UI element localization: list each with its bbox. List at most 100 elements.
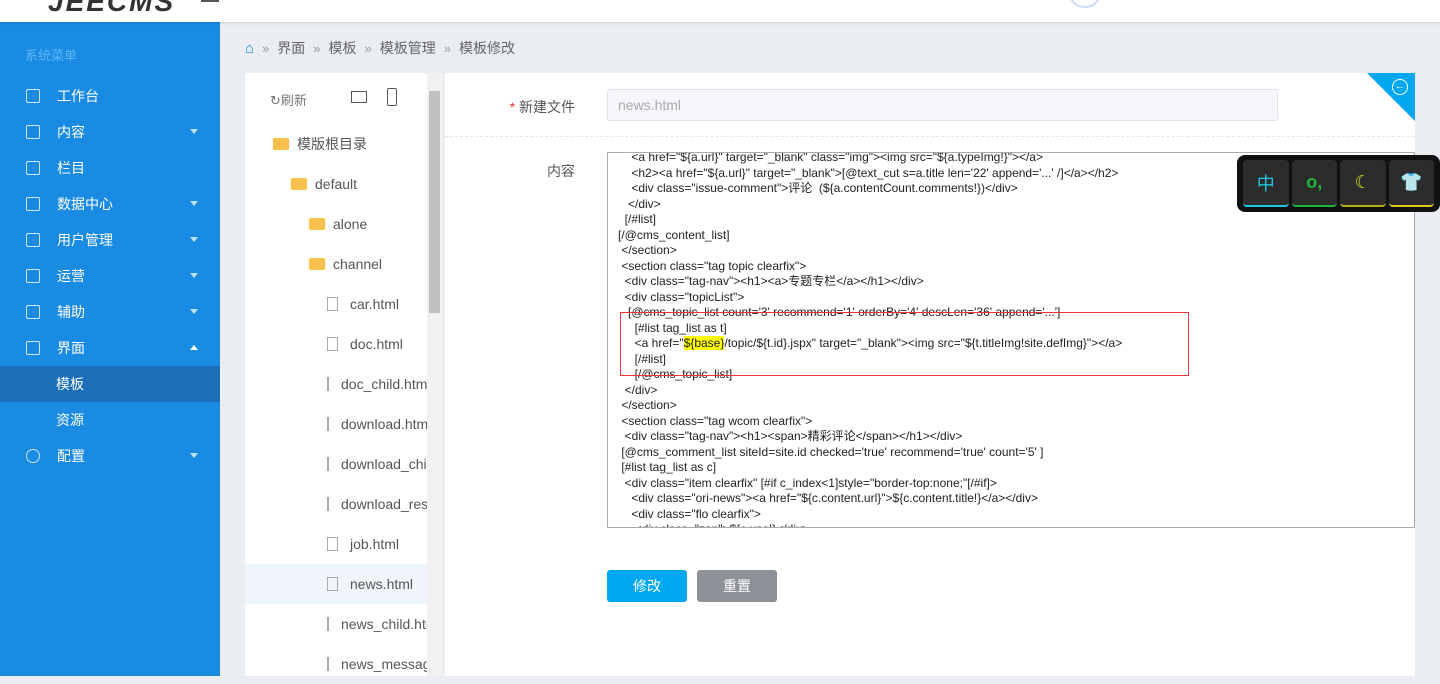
document-icon (26, 125, 40, 139)
folder-icon (291, 178, 307, 190)
tree-label: download_result.html (341, 496, 427, 512)
tree-folder[interactable]: channel (245, 244, 427, 284)
desktop-preview-icon[interactable] (351, 91, 367, 103)
breadcrumb-item[interactable]: 界面 (277, 38, 305, 58)
refresh-button[interactable]: ↻刷新 (270, 93, 307, 108)
tree-label: download.html (341, 416, 427, 432)
box-icon (26, 305, 40, 319)
sidebar-subitem[interactable]: 模板 (0, 366, 220, 402)
tree-file[interactable]: download_result.html (245, 484, 427, 524)
file-label: * 新建文件 (509, 99, 575, 115)
avatar[interactable] (1070, 0, 1100, 8)
tree-label: news_message.html (341, 656, 427, 672)
tree-scrollbar[interactable] (427, 73, 442, 676)
tree-file[interactable]: job.html (245, 524, 427, 564)
sidebar-title: 系统菜单 (25, 48, 78, 63)
tree-folder[interactable]: default (245, 164, 427, 204)
sidebar-item[interactable]: 界面 (0, 330, 220, 366)
tree-label: default (315, 176, 358, 192)
refresh-icon: ↻ (270, 93, 281, 108)
folder-icon (309, 258, 325, 270)
tree-label: doc_child.html (341, 376, 427, 392)
sidebar-item-config[interactable]: 配置 (0, 438, 220, 474)
breadcrumb-item[interactable]: 模板 (329, 38, 357, 58)
sidebar-item-label: 辅助 (57, 304, 85, 320)
gear-icon (26, 449, 40, 463)
chevron-icon (190, 345, 198, 350)
sidebar-item-label: 界面 (57, 340, 85, 356)
chevron-icon (190, 453, 198, 458)
tree-file[interactable]: download_child.html (245, 444, 427, 484)
file-icon (327, 537, 338, 551)
sidebar-subitem[interactable]: 资源 (0, 402, 220, 438)
chevron-icon (190, 237, 198, 242)
sidebar-item-label: 内容 (57, 124, 85, 140)
annotation-box (620, 312, 1189, 376)
file-label-text: 新建文件 (519, 99, 575, 115)
chevron-icon (190, 129, 198, 134)
tree-folder[interactable]: 模版根目录 (245, 124, 427, 164)
refresh-label: 刷新 (280, 93, 307, 108)
tree-file[interactable]: news_child.html (245, 604, 427, 644)
tree-label: channel (333, 256, 383, 272)
folder-icon (273, 138, 289, 150)
breadcrumb-item[interactable]: 模板管理 (380, 38, 436, 58)
file-icon (327, 377, 329, 391)
chevron-icon (190, 309, 198, 314)
sidebar-item[interactable]: 运营 (0, 258, 220, 294)
sidebar-item-label: 工作台 (57, 88, 99, 104)
file-name-input[interactable]: news.html (607, 89, 1278, 121)
tree-label: alone (333, 216, 368, 232)
logo: JEECMS (48, 0, 176, 17)
sidebar-item-label: 运营 (57, 268, 85, 284)
chevron-icon (190, 273, 198, 278)
tree-file[interactable]: doc.html (245, 324, 427, 364)
shield-icon (26, 269, 40, 283)
tree-file[interactable]: doc_child.html (245, 364, 427, 404)
tree-label: download_child.html (341, 456, 427, 472)
file-icon (327, 417, 329, 431)
ime-chinese-key[interactable]: 中 (1243, 160, 1289, 207)
file-icon (327, 657, 329, 671)
ime-toolbar: 中 o, ☾ 👕 (1237, 155, 1440, 212)
chart-icon (26, 197, 40, 211)
sidebar-item-label: 栏目 (57, 160, 85, 176)
mobile-preview-icon[interactable] (387, 88, 397, 106)
back-arrow-icon[interactable]: ← (1392, 79, 1408, 95)
tree-file[interactable]: car.html (245, 284, 427, 324)
sidebar-item-label: 配置 (57, 448, 85, 464)
tree-label: car.html (350, 296, 400, 312)
sidebar-item-label: 数据中心 (57, 196, 113, 212)
breadcrumb-item: 模板修改 (459, 40, 515, 56)
layout-icon (26, 341, 40, 355)
tree-label: news.html (350, 576, 414, 592)
tree-file[interactable]: download.html (245, 404, 427, 444)
tree-label: 模版根目录 (297, 136, 367, 152)
ime-punctuation-key[interactable]: o, (1291, 160, 1337, 207)
top-header: JEECMS (0, 0, 1440, 22)
reset-button[interactable]: 重置 (697, 570, 777, 602)
file-icon (327, 457, 329, 471)
chevron-icon (190, 201, 198, 206)
shirt-icon[interactable]: 👕 (1388, 160, 1434, 207)
tree-folder[interactable]: alone (245, 204, 427, 244)
sidebar-item[interactable]: 内容 (0, 114, 220, 150)
tree-file[interactable]: news.html (245, 564, 427, 604)
tree-file[interactable]: news_message.html (245, 644, 427, 684)
file-icon (327, 577, 338, 591)
sidebar-item[interactable]: 辅助 (0, 294, 220, 330)
sidebar-item[interactable]: 栏目 (0, 150, 220, 186)
sidebar-item[interactable]: 用户管理 (0, 222, 220, 258)
sidebar-item[interactable]: 工作台 (0, 78, 220, 114)
file-icon (327, 617, 329, 631)
file-icon (327, 337, 338, 351)
menu-toggle-icon[interactable] (201, 0, 219, 2)
moon-icon[interactable]: ☾ (1340, 160, 1386, 207)
tree-label: doc.html (350, 336, 403, 352)
sidebar-item[interactable]: 数据中心 (0, 186, 220, 222)
back-corner[interactable] (1367, 73, 1415, 121)
folder-icon (309, 218, 325, 230)
home-icon[interactable]: ⌂ (245, 40, 254, 57)
submit-button[interactable]: 修改 (607, 570, 687, 602)
scrollbar-thumb[interactable] (429, 91, 440, 313)
